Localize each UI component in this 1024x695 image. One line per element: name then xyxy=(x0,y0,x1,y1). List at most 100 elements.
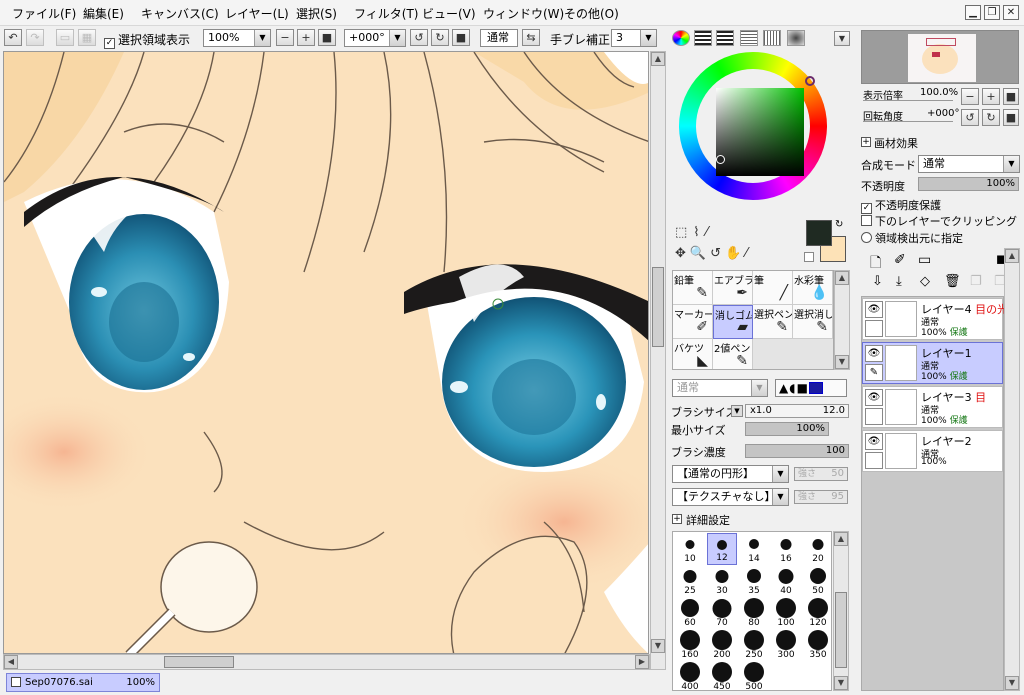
brush-size-slider[interactable]: x1.0 12.0 xyxy=(745,404,849,418)
transparent-color-icon[interactable] xyxy=(804,252,814,262)
swatch-mode-icon[interactable] xyxy=(763,30,781,46)
size-dropdown-icon[interactable]: ▼ xyxy=(731,405,743,417)
brush-size-preset[interactable]: 25 xyxy=(675,565,705,597)
nav-rotate-slider[interactable] xyxy=(863,121,953,122)
nav-zoom-slider[interactable] xyxy=(863,100,953,101)
panel-menu-icon[interactable]: ▼ xyxy=(834,31,850,46)
new-linework-layer-icon[interactable]: ✐ xyxy=(894,252,906,268)
deselect-icon[interactable]: ▭ xyxy=(56,29,74,46)
brush-size-preset[interactable]: 70 xyxy=(707,597,737,629)
brush-grid-scrollbar[interactable]: ▲ ▼ xyxy=(833,531,849,691)
edge-soft-icon[interactable]: ■ xyxy=(797,381,809,395)
nav-rotate-left-icon[interactable]: ↺ xyxy=(961,109,979,126)
lasso-icon[interactable]: ⌇ xyxy=(693,225,705,240)
nav-rotate-reset-icon[interactable]: ■ xyxy=(1003,109,1019,126)
sv-cursor[interactable] xyxy=(716,155,725,164)
density-slider[interactable]: 100 xyxy=(745,444,849,458)
hue-cursor[interactable] xyxy=(805,76,815,86)
min-size-slider[interactable]: 100% xyxy=(745,422,829,436)
brush-size-preset[interactable]: 20 xyxy=(803,533,831,565)
menu-edit[interactable]: 編集(E) xyxy=(83,5,124,22)
rgb-slider-mode-icon[interactable] xyxy=(694,30,712,46)
zoom-in-icon[interactable]: + xyxy=(297,29,315,46)
nav-rotate-right-icon[interactable]: ↻ xyxy=(982,109,1000,126)
brush-size-preset[interactable]: 50 xyxy=(803,565,831,597)
menu-select[interactable]: 選択(S) xyxy=(296,5,337,22)
paper-effect-label[interactable]: 画材効果 xyxy=(874,135,918,151)
layer-item[interactable]: 👁 レイヤー2 通常 100% xyxy=(862,430,1003,472)
stabilizer-select[interactable]: 3 ▼ xyxy=(611,29,657,47)
lock-icon[interactable] xyxy=(865,408,883,425)
brush-size-preset[interactable]: 400 xyxy=(675,661,705,690)
tool-grid-scrollbar[interactable]: ▲ ▼ xyxy=(834,270,850,370)
brush-mode-select[interactable]: 通常 ▼ xyxy=(672,379,768,397)
color-wheel-mode-icon[interactable] xyxy=(672,30,690,46)
scroll-thumb[interactable] xyxy=(652,267,664,347)
tool-watercolor[interactable]: 水彩筆 💧 xyxy=(793,271,833,305)
layer-item[interactable]: 👁 レイヤー3 目通常 100% 保護 xyxy=(862,386,1003,428)
nav-zoom-out-icon[interactable]: − xyxy=(961,88,979,105)
menu-layer[interactable]: レイヤー(L) xyxy=(225,5,289,22)
tool-marker[interactable]: マーカー ✐ xyxy=(673,305,713,339)
brush-size-preset[interactable]: 350 xyxy=(803,629,831,661)
eye-icon[interactable]: 👁 xyxy=(865,389,883,406)
texture-select[interactable]: 【テクスチャなし】 ▼ xyxy=(672,488,789,506)
edge-flat-icon[interactable] xyxy=(808,382,823,394)
brush-size-preset[interactable]: 200 xyxy=(707,629,737,661)
rotate-reset-icon[interactable]: ■ xyxy=(452,29,470,46)
brush-size-preset[interactable]: 35 xyxy=(739,565,769,597)
layer-item[interactable]: 👁 レイヤー4 目の光 通常 100% 保護 xyxy=(862,298,1008,340)
scroll-thumb[interactable] xyxy=(835,592,847,668)
magic-wand-icon[interactable]: ⁄ xyxy=(706,225,714,240)
rect-select-icon[interactable]: ⬚ xyxy=(675,225,693,240)
brush-size-preset[interactable]: 12 xyxy=(707,533,737,565)
scratch-mode-icon[interactable] xyxy=(787,30,805,46)
drawing-canvas[interactable] xyxy=(3,51,649,654)
swap-colors-icon[interactable]: ↻ xyxy=(835,219,843,230)
scroll-down-icon[interactable]: ▼ xyxy=(834,676,848,690)
invert-selection-icon[interactable]: ▦ xyxy=(78,29,96,46)
brush-size-preset[interactable]: 300 xyxy=(771,629,801,661)
brush-size-preset[interactable]: 100 xyxy=(771,597,801,629)
zoom-icon[interactable]: 🔍 xyxy=(690,246,710,261)
brush-size-preset[interactable]: 60 xyxy=(675,597,705,629)
copy-layer-icon[interactable]: ❐ xyxy=(970,274,982,289)
delete-layer-icon[interactable]: 🗑 xyxy=(944,274,961,289)
clear-layer-icon[interactable]: ◇ xyxy=(920,274,930,289)
nav-zoom-in-icon[interactable]: + xyxy=(982,88,1000,105)
blend-button[interactable]: 通常 xyxy=(480,29,518,47)
mixer-mode-icon[interactable] xyxy=(740,30,758,46)
primary-color-swatch-top[interactable] xyxy=(806,220,832,246)
tool-select-pen[interactable]: 選択ペン ✎ xyxy=(753,305,793,339)
minimize-button[interactable]: ▁ xyxy=(965,5,981,20)
menu-window[interactable]: ウィンドウ(W) xyxy=(483,5,564,22)
tool-brush[interactable]: 筆 ╱ xyxy=(753,271,793,305)
selection-source-toggle[interactable]: 領域検出元に指定 xyxy=(861,230,963,246)
pencil-icon[interactable]: ✎ xyxy=(865,364,883,381)
brush-size-preset[interactable]: 250 xyxy=(739,629,769,661)
tool-bucket[interactable]: バケツ ◣ xyxy=(673,339,713,369)
transfer-down-icon[interactable]: ⇩ xyxy=(872,274,883,289)
scroll-down-icon[interactable]: ▼ xyxy=(1005,676,1019,690)
preserve-opacity-toggle[interactable]: ✓ 不透明度保護 xyxy=(861,197,941,214)
rotate-icon[interactable]: ↺ xyxy=(710,246,725,261)
layer-list-scrollbar[interactable]: ▲ ▼ xyxy=(1004,248,1020,691)
lock-icon[interactable] xyxy=(865,452,883,469)
zoom-select[interactable]: 100% ▼ xyxy=(203,29,271,47)
move-icon[interactable]: ✥ xyxy=(675,246,690,261)
brush-shape-select[interactable]: 【通常の円形】 ▼ xyxy=(672,465,789,483)
tool-pencil[interactable]: 鉛筆 ✎ xyxy=(673,271,713,305)
rotate-right-icon[interactable]: ↻ xyxy=(431,29,449,46)
brush-size-preset[interactable]: 10 xyxy=(675,533,705,565)
new-layer-icon[interactable]: 🗋 xyxy=(870,252,881,276)
brush-edge-selector[interactable]: ▲◖■ xyxy=(775,379,847,397)
texture-strength-slider[interactable]: 強さ 95 xyxy=(794,490,848,504)
zoom-out-icon[interactable]: − xyxy=(276,29,294,46)
tool-eraser[interactable]: 消しゴム ▰ xyxy=(713,305,753,339)
close-button[interactable]: ✕ xyxy=(1003,5,1019,20)
layer-item[interactable]: 👁 ✎ レイヤー1 通常 100% 保護 xyxy=(862,342,1003,384)
brush-size-preset[interactable]: 30 xyxy=(707,565,737,597)
layer-opacity-slider[interactable]: 100% xyxy=(918,177,1019,191)
brush-size-preset[interactable]: 160 xyxy=(675,629,705,661)
nav-zoom-reset-icon[interactable]: ■ xyxy=(1003,88,1019,105)
